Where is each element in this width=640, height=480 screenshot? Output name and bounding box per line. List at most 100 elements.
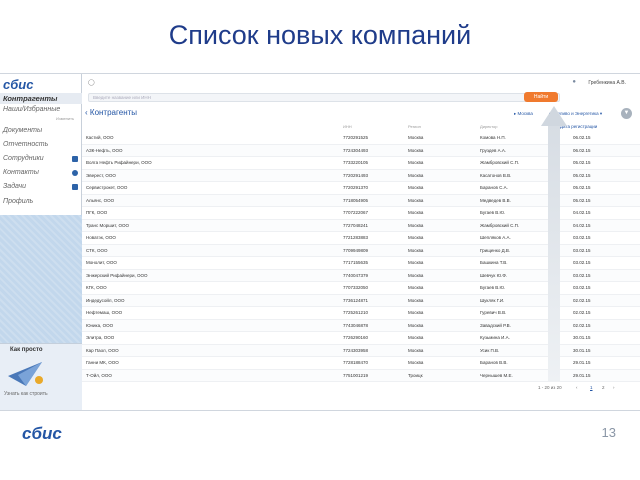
company-name: Новатэк, ООО (86, 235, 116, 240)
registration-date: 29.01.15 (573, 372, 591, 378)
promo-link[interactable]: Узнать как строить (4, 391, 48, 397)
registration-date: 30.01.15 (573, 335, 591, 340)
topbar: ◯ ● Гребенкина А.В. (82, 74, 640, 90)
registration-date: 02.02.15 (573, 297, 591, 303)
page-title-label: Контрагенты (89, 108, 138, 117)
registration-date: 05.02.15 (573, 172, 591, 178)
column-header-director[interactable]: Директор (480, 124, 497, 129)
registration-date: 06.02.15 (573, 147, 591, 153)
company-director: Шепляков А.А. (480, 235, 511, 240)
registration-date: 02.02.15 (573, 310, 591, 315)
company-name: АЗК-Нефть, ООО (86, 147, 123, 153)
company-inn: 7720291525 (343, 135, 369, 140)
company-director: Баранов С.А. (480, 185, 508, 190)
company-city: Москва (408, 247, 424, 253)
company-inn: 7726290160 (343, 335, 369, 340)
company-name: Кастий, ООО (86, 135, 114, 140)
company-city: Москва (408, 347, 424, 353)
promo-panel[interactable]: Как просто Узнать как строить (0, 343, 82, 410)
company-director: Баранов В.В. (480, 360, 508, 365)
company-city: Москва (408, 197, 424, 203)
registration-date: 05.02.15 (573, 160, 591, 165)
company-inn: 7707222067 (343, 210, 369, 215)
search-input[interactable]: Введите название или ИНН (88, 93, 560, 102)
company-city: Москва (408, 135, 424, 140)
company-city: Москва (408, 297, 424, 303)
sidebar-item-profile[interactable]: Профиль (0, 198, 82, 205)
company-inn: 7725261210 (343, 310, 369, 315)
company-city: Москва (408, 147, 424, 153)
company-name: Нефтемаш, ООО (86, 310, 123, 315)
chat-icon (72, 170, 78, 176)
company-inn: 7724304493 (343, 147, 369, 153)
registration-date: 03.02.15 (573, 247, 591, 253)
company-director: Усик П.В. (480, 347, 500, 353)
registration-date: 03.02.15 (573, 272, 591, 278)
page-number: 13 (601, 425, 616, 440)
pager-prev-icon[interactable]: ‹ (576, 385, 578, 390)
company-inn: 7718054905 (343, 197, 369, 203)
sidebar-item-contacts[interactable]: Контакты (0, 169, 82, 176)
company-city: Москва (408, 272, 424, 278)
column-header-region[interactable]: Регион (408, 124, 421, 129)
company-name: ПГК, ООО (86, 210, 108, 215)
registration-date: 02.02.15 (573, 322, 591, 328)
company-name: Т-Ойл, ООО (86, 372, 112, 378)
sidebar-edit-link[interactable]: Изменить (56, 116, 74, 121)
sidebar-background-panel (0, 215, 82, 343)
slide-title: Список новых компаний (168, 20, 472, 50)
pager-page-2[interactable]: 2 (602, 385, 605, 390)
registration-date: 29.01.15 (573, 360, 591, 365)
company-inn: 7743046878 (343, 322, 369, 328)
footer-logo: сбис (22, 424, 62, 443)
company-director: Комова Н.П. (480, 135, 506, 140)
page-title: ‹ Контрагенты (85, 108, 137, 117)
company-name: Монолит, ООО (86, 260, 117, 265)
registration-date: 05.02.15 (573, 185, 591, 190)
company-city: Москва (408, 360, 424, 365)
sidebar-item-contractors[interactable]: Контрагенты (0, 93, 82, 104)
company-name: Волга Нефть Рифайнери, ООО (86, 160, 152, 165)
user-name[interactable]: Гребенкина А.В. (588, 80, 626, 86)
company-director: Шевчук Ю.Ф. (480, 272, 508, 278)
pager-page-1[interactable]: 1 (590, 385, 593, 390)
filter-region[interactable]: ▸ Москва (514, 111, 533, 117)
company-inn: 7728188470 (343, 360, 369, 365)
company-name: Ганни МК, ООО (86, 360, 119, 365)
message-icon[interactable]: ◯ (88, 79, 95, 86)
sidebar-item-documents[interactable]: Документы (0, 127, 82, 134)
company-director: Жамбровский С.П. (480, 160, 520, 165)
app-window: сбис Контрагенты Наши/Избранные Изменить… (0, 73, 640, 411)
company-city: Москва (408, 235, 424, 240)
company-name: Индедусойл, ООО (86, 297, 125, 303)
sidebar-item-favorites[interactable]: Наши/Избранные (0, 106, 82, 113)
company-inn: 7720291493 (343, 172, 369, 178)
company-inn: 7740047379 (343, 272, 369, 278)
company-city: Москва (408, 285, 424, 290)
company-name: Транс Моршит, ООО (86, 222, 129, 228)
company-director: Касатонов В.В. (480, 172, 512, 178)
sidebar: сбис Контрагенты Наши/Избранные Изменить… (0, 74, 82, 410)
registration-date: 30.01.15 (573, 347, 591, 353)
sidebar-item-reports[interactable]: Отчетность (0, 141, 82, 148)
sidebar-item-employees[interactable]: Сотрудники (0, 155, 82, 162)
people-icon (72, 156, 78, 162)
back-arrow-icon[interactable]: ‹ (85, 108, 88, 117)
company-city: Москва (408, 172, 424, 178)
company-director: Завадский Р.В. (480, 322, 511, 328)
company-name: Эверест, ООО (86, 172, 116, 178)
paper-plane-icon (8, 362, 43, 386)
find-button[interactable]: Найти (524, 92, 558, 102)
registration-date: 03.02.15 (573, 285, 591, 290)
sidebar-item-tasks[interactable]: Задачи (0, 183, 82, 190)
company-director: Бугаев В.Ю. (480, 210, 506, 215)
company-inn: 7736124871 (343, 297, 369, 303)
pager-next-icon[interactable]: › (613, 385, 615, 390)
filter-icon[interactable]: ▼ (621, 108, 632, 119)
sbis-logo[interactable]: сбис (3, 77, 33, 92)
company-inn: 7709949809 (343, 247, 369, 253)
pager-range: 1 - 20 из 20 (538, 385, 562, 390)
company-director: Бугаев В.Ю. (480, 285, 506, 290)
company-inn: 7720291370 (343, 185, 369, 190)
column-header-inn[interactable]: ИНН (343, 124, 352, 129)
